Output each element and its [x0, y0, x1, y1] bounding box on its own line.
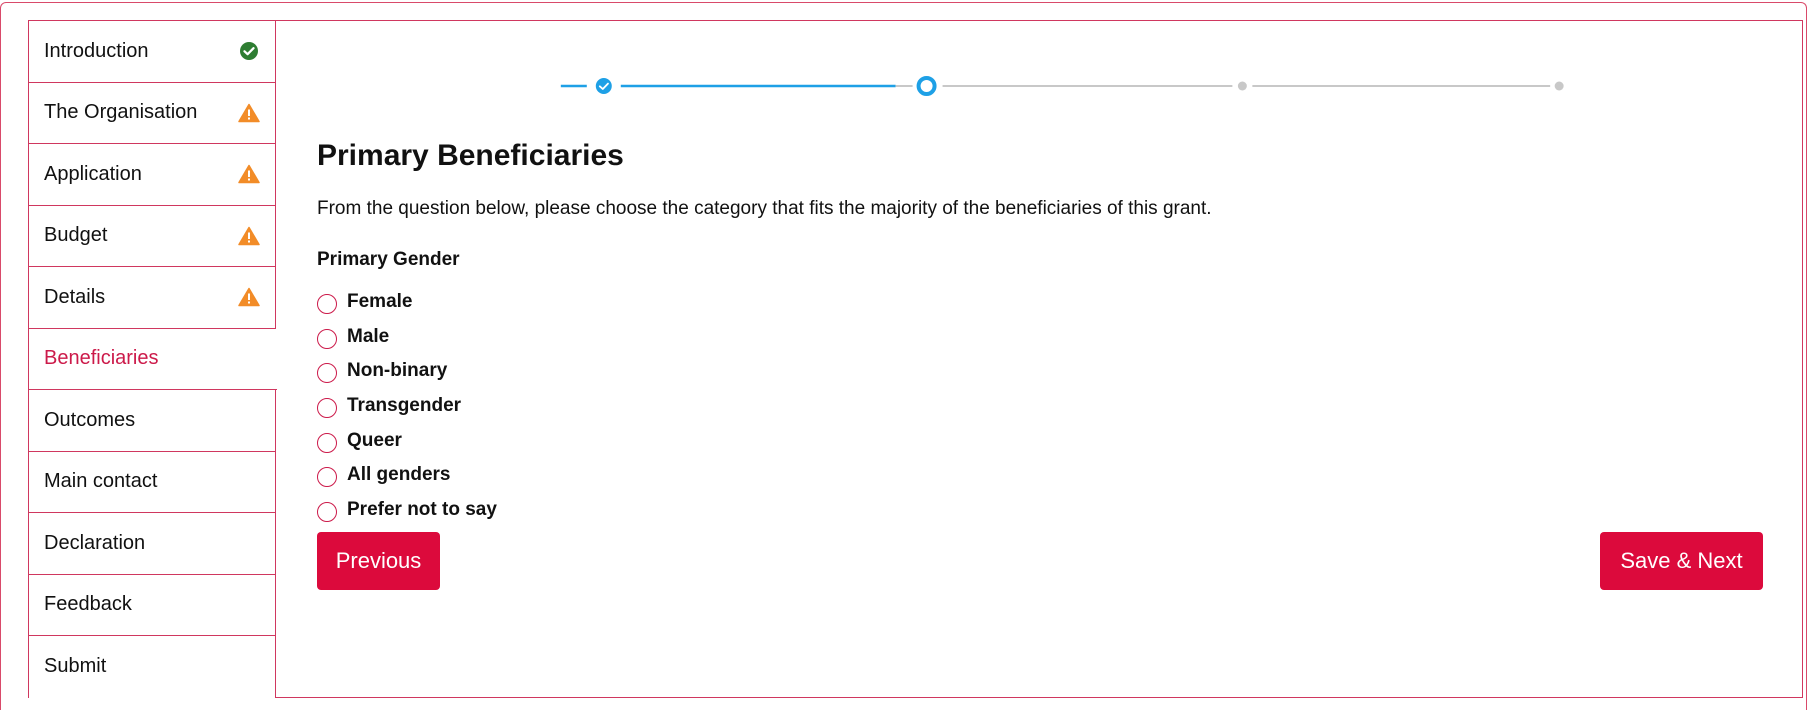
warning-icon — [238, 163, 260, 185]
step-upcoming-dot-icon — [1237, 81, 1247, 91]
radio-option-label: Non-binary — [347, 360, 448, 382]
radio-button[interactable] — [317, 398, 337, 419]
application-form-panel: Introduction The Organisation Applicatio… — [28, 20, 1803, 698]
sidebar-item-submit[interactable]: Submit — [29, 636, 275, 698]
sidebar-item-label: The Organisation — [44, 101, 198, 124]
radio-button[interactable] — [317, 432, 337, 453]
warning-icon — [238, 286, 260, 308]
sidebar-item-label: Details — [44, 285, 106, 308]
sidebar-item-label: Outcomes — [44, 408, 136, 431]
radio-button[interactable] — [317, 467, 337, 488]
sidebar-item-label: Beneficiaries — [44, 347, 159, 370]
intro-text: From the question below, please choose t… — [317, 198, 1212, 219]
radio-option-label: Transgender — [347, 395, 462, 417]
sidebar-item-label: Main contact — [44, 470, 158, 493]
warning-icon — [238, 225, 260, 247]
radio-button[interactable] — [317, 294, 337, 315]
sidebar-item-declaration[interactable]: Declaration — [29, 513, 275, 575]
sidebar-item-label: Feedback — [44, 593, 132, 616]
sidebar-item-main-contact[interactable]: Main contact — [29, 451, 275, 513]
page-title: Primary Beneficiaries — [317, 139, 624, 172]
sidebar-item-details[interactable]: Details — [29, 267, 275, 329]
progress-stepper — [560, 76, 1564, 96]
save-and-next-button[interactable]: Save & Next — [1600, 532, 1763, 590]
sidebar-item-application[interactable]: Application — [29, 144, 275, 206]
section-sidebar: Introduction The Organisation Applicatio… — [29, 21, 277, 698]
main-content: Primary Beneficiaries From the question … — [276, 21, 1802, 697]
sidebar-item-label: Application — [44, 162, 142, 185]
step-current-icon — [916, 76, 937, 96]
radio-option-label: Female — [347, 291, 413, 313]
radio-option-label: All genders — [347, 464, 451, 486]
sidebar-item-introduction[interactable]: Introduction — [29, 21, 275, 83]
sidebar-item-feedback[interactable]: Feedback — [29, 574, 275, 636]
warning-icon — [238, 102, 260, 124]
sidebar-item-budget[interactable]: Budget — [29, 205, 275, 267]
radio-option-female[interactable]: Female — [317, 285, 497, 320]
radio-option-queer[interactable]: Queer — [317, 423, 497, 458]
sidebar-item-outcomes[interactable]: Outcomes — [29, 390, 275, 452]
check-circle-icon — [238, 40, 260, 62]
previous-button[interactable]: Previous — [317, 532, 440, 590]
radio-option-all-genders[interactable]: All genders — [317, 458, 497, 493]
radio-option-label: Queer — [347, 429, 402, 451]
sidebar-item-label: Budget — [44, 224, 108, 247]
radio-button[interactable] — [317, 328, 337, 349]
sidebar-item-label: Declaration — [44, 531, 146, 554]
radio-option-label: Prefer not to say — [347, 498, 497, 520]
primary-gender-label: Primary Gender — [317, 249, 460, 270]
radio-option-label: Male — [347, 325, 390, 347]
radio-option-transgender[interactable]: Transgender — [317, 389, 497, 424]
primary-gender-radio-group: Female Male Non-binary Transgender Queer… — [317, 285, 497, 527]
radio-option-male[interactable]: Male — [317, 320, 497, 355]
radio-option-prefer-not-to-say[interactable]: Prefer not to say — [317, 493, 497, 528]
radio-button[interactable] — [317, 501, 337, 522]
radio-option-non-binary[interactable]: Non-binary — [317, 354, 497, 389]
step-complete-check-icon — [595, 78, 612, 94]
sidebar-item-the-organisation[interactable]: The Organisation — [29, 82, 275, 144]
radio-button[interactable] — [317, 363, 337, 384]
step-upcoming-dot-icon — [1554, 81, 1564, 91]
sidebar-item-label: Introduction — [44, 39, 149, 62]
sidebar-item-label: Submit — [44, 655, 107, 678]
sidebar-item-beneficiaries[interactable]: Beneficiaries — [29, 328, 277, 390]
